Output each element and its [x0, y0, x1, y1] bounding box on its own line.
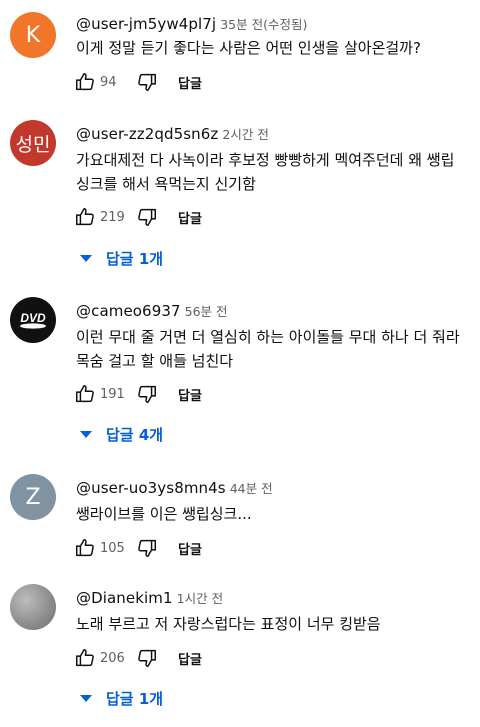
comment-header: @user-jm5yw4pl7j 35분 전(수정됨)	[76, 14, 307, 33]
comment-text: 이게 정말 듣기 좋다는 사람은 어떤 인생을 살아온걸까?	[76, 39, 421, 57]
thumbs-up-icon[interactable]	[72, 204, 98, 230]
replies-count-label: 답글 4개	[106, 426, 164, 444]
comment-timestamp[interactable]: 1시간 전	[177, 591, 223, 606]
comment-timestamp[interactable]: 44분 전	[230, 481, 273, 496]
view-replies-button[interactable]: 답글 1개	[80, 688, 163, 709]
thumbs-down-icon[interactable]	[134, 645, 160, 671]
caret-down-icon	[80, 255, 92, 262]
replies-count-label: 답글 1개	[106, 250, 164, 268]
comment-timestamp[interactable]: 2시간 전	[222, 127, 268, 142]
comment-actions: 94 답글	[72, 69, 202, 95]
like-count: 191	[100, 386, 125, 402]
thumbs-up-icon[interactable]	[72, 535, 98, 561]
thumbs-down-icon[interactable]	[134, 381, 160, 407]
comment-actions: 206 답글	[72, 645, 202, 671]
replies-count-label: 답글 1개	[106, 690, 164, 708]
thumbs-up-icon[interactable]	[72, 381, 98, 407]
comment-author[interactable]: @cameo6937	[76, 302, 181, 320]
like-count: 105	[100, 540, 125, 556]
svg-text:DVD: DVD	[20, 311, 46, 325]
comment-text: 가요대제전 다 사녹이라 후보정 빵빵하게 멕여주던데 왜 쌩립싱크를 해서 욕…	[76, 151, 455, 193]
caret-down-icon	[80, 695, 92, 702]
comment-header: @cameo6937 56분 전	[76, 301, 228, 320]
comment-text: 노래 부르고 저 자랑스럽다는 표정이 너무 킹받음	[76, 615, 381, 633]
like-count: 219	[100, 209, 125, 225]
avatar[interactable]: K	[10, 12, 56, 58]
comment-timestamp[interactable]: 56분 전	[185, 304, 228, 319]
like-count: 206	[100, 650, 125, 666]
comment-author[interactable]: @user-zz2qd5sn6z	[76, 125, 218, 143]
view-replies-button[interactable]: 답글 4개	[80, 424, 163, 445]
avatar[interactable]: 성민	[10, 120, 56, 166]
avatar[interactable]	[10, 584, 56, 630]
comment-author[interactable]: @user-uo3ys8mn4s	[76, 479, 226, 497]
view-replies-button[interactable]: 답글 1개	[80, 248, 163, 269]
reply-button[interactable]: 답글	[178, 208, 202, 227]
comment-actions: 219 답글	[72, 204, 202, 230]
dvd-logo-icon: DVD	[20, 311, 46, 329]
comment-actions: 105 답글	[72, 535, 202, 561]
avatar[interactable]: Z	[10, 474, 56, 520]
like-count: 94	[100, 74, 117, 90]
caret-down-icon	[80, 431, 92, 438]
thumbs-up-icon[interactable]	[72, 69, 98, 95]
comment-text: 쌩라이브를 이은 쌩립싱크...	[76, 505, 252, 523]
comment-header: @user-zz2qd5sn6z 2시간 전	[76, 124, 269, 143]
comment-header: @user-uo3ys8mn4s 44분 전	[76, 478, 273, 497]
reply-button[interactable]: 답글	[178, 73, 202, 92]
thumbs-down-icon[interactable]	[134, 204, 160, 230]
reply-button[interactable]: 답글	[178, 385, 202, 404]
thumbs-up-icon[interactable]	[72, 645, 98, 671]
comment-text: 이런 무대 줄 거면 더 열심히 하는 아이돌들 무대 하나 더 줘라 목숨 걸…	[76, 328, 460, 370]
avatar[interactable]: DVD	[10, 297, 56, 343]
comment-author[interactable]: @user-jm5yw4pl7j	[76, 15, 216, 33]
thumbs-down-icon[interactable]	[134, 69, 160, 95]
reply-button[interactable]: 답글	[178, 649, 202, 668]
comment-actions: 191 답글	[72, 381, 202, 407]
comment-timestamp[interactable]: 35분 전(수정됨)	[220, 17, 307, 32]
reply-button[interactable]: 답글	[178, 539, 202, 558]
thumbs-down-icon[interactable]	[134, 535, 160, 561]
comment-author[interactable]: @Dianekim1	[76, 589, 173, 607]
comment-header: @Dianekim1 1시간 전	[76, 588, 223, 607]
